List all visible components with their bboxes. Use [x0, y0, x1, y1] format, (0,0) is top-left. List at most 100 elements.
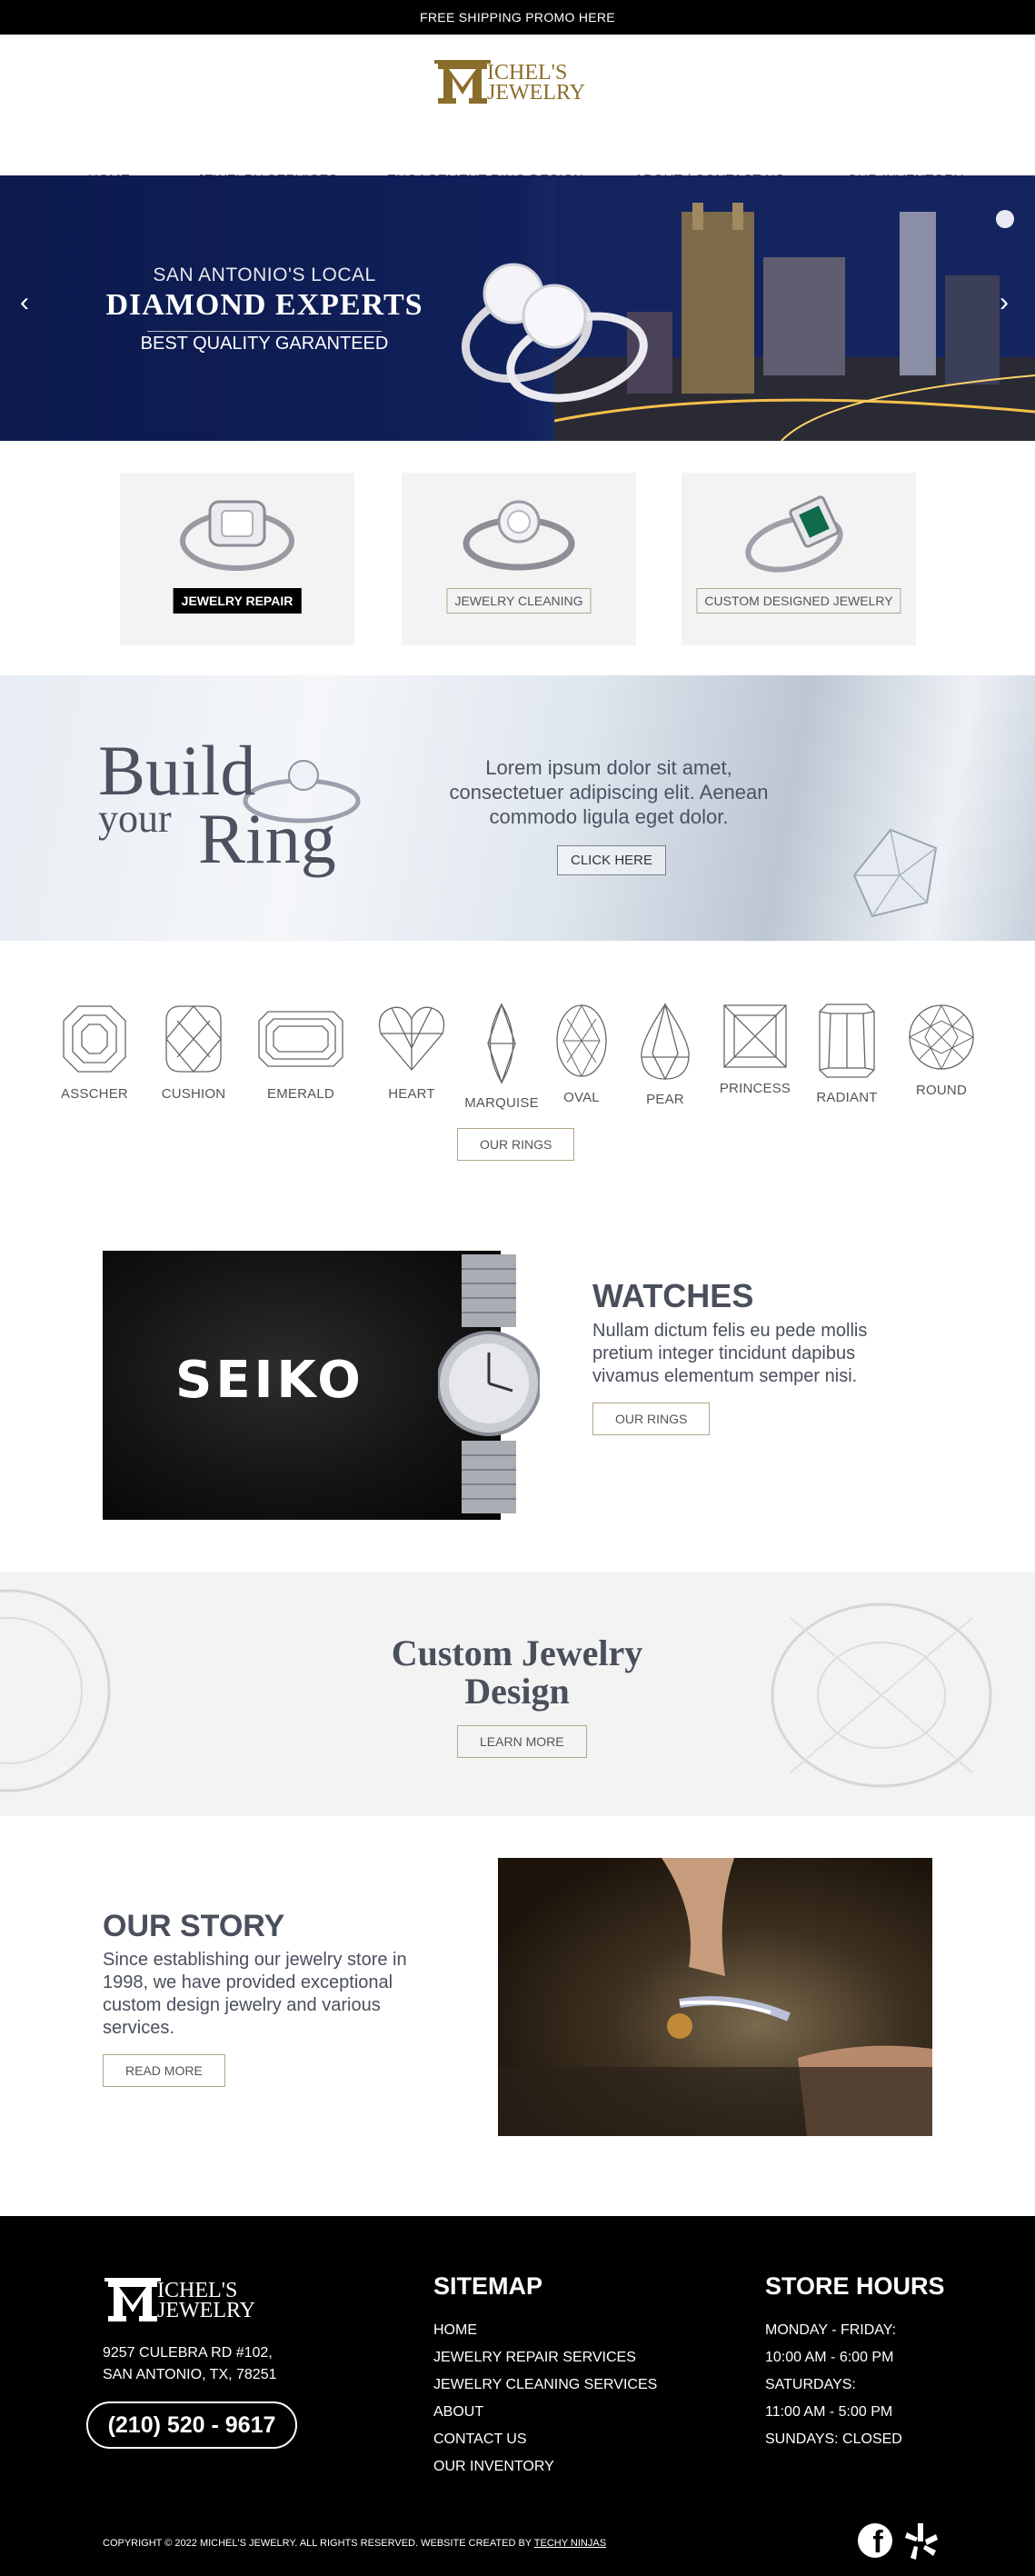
shape-radiant[interactable]: RADIANT	[801, 1003, 892, 1105]
watches-copy: Nullam dictum felis eu pede mollis preti…	[592, 1321, 868, 1386]
round-icon	[908, 1003, 975, 1071]
shape-oval[interactable]: OVAL	[536, 1003, 627, 1105]
shape-pear[interactable]: PEAR	[620, 1003, 711, 1107]
shape-label: CUSHION	[161, 1086, 226, 1102]
promo-text: FREE SHIPPING PROMO HERE	[420, 10, 615, 25]
store-hours-title: STORE HOURS	[765, 2272, 945, 2300]
hours-weekday-label: MONDAY - FRIDAY:	[765, 2322, 897, 2338]
shape-cushion[interactable]: CUSHION	[148, 1003, 239, 1102]
chevron-right-icon: ›	[1000, 287, 1009, 317]
logo-m-icon	[434, 60, 491, 104]
shape-label: ASSCHER	[61, 1086, 128, 1102]
princess-icon	[723, 1004, 787, 1068]
carousel-next-button[interactable]: ›	[1000, 289, 1009, 316]
shape-label: PEAR	[646, 1092, 684, 1107]
address-line2: SAN ANTONIO, TX, 78251	[103, 2367, 277, 2382]
sitemap-home[interactable]: HOME	[433, 2322, 477, 2339]
hero-tagline: BEST QUALITY GARANTEED	[140, 334, 389, 354]
hours-sunday: SUNDAYS: CLOSED	[765, 2431, 902, 2447]
asscher-icon	[63, 1005, 126, 1073]
jewelry-repair-button[interactable]: JEWELRY REPAIR	[173, 588, 302, 614]
jewelry-cleaning-button[interactable]: JEWELRY CLEANING	[446, 588, 592, 614]
sitemap-contact[interactable]: CONTACT US	[433, 2431, 527, 2448]
hero-divider	[147, 331, 382, 332]
ring-word: Ring	[198, 799, 336, 878]
learn-more-button[interactable]: LEARN MORE	[457, 1725, 587, 1758]
marquise-icon	[487, 1003, 516, 1084]
shape-label: MARQUISE	[464, 1095, 539, 1111]
logo-m-icon	[104, 2278, 161, 2321]
service-card-repair[interactable]: JEWELRY REPAIR	[120, 473, 354, 645]
shape-round[interactable]: ROUND	[896, 1003, 987, 1098]
our-story-section: OUR STORY Since establishing our jewelry…	[0, 1816, 1035, 2216]
pear-icon	[641, 1003, 690, 1081]
services-section: JEWELRY REPAIR JEWELRY CLEANING CUSTOM D…	[0, 441, 1035, 675]
site-header: ICHEL'S JEWELRY HOME JEWELRY SERVICES EN…	[0, 35, 1035, 187]
emerald-ring-image	[745, 495, 843, 573]
sitemap-about[interactable]: ABOUT	[433, 2404, 483, 2421]
credit-link[interactable]: TECHY NINJAS	[534, 2538, 606, 2549]
read-more-button[interactable]: READ MORE	[103, 2054, 225, 2087]
sitemap-title: SITEMAP	[433, 2272, 543, 2300]
sitemap-repair[interactable]: JEWELRY REPAIR SERVICES	[433, 2350, 636, 2366]
chevron-left-icon: ‹	[20, 287, 29, 317]
sitemap-cleaning[interactable]: JEWELRY CLEANING SERVICES	[433, 2377, 657, 2393]
build-your-ring-banner: Build your Ring Lorem ipsum dolor sit am…	[0, 675, 1035, 941]
shape-heart[interactable]: HEART	[366, 1003, 457, 1102]
ring-sketch-right-image	[771, 1603, 992, 1788]
shape-label: RADIANT	[816, 1090, 878, 1105]
hours-weekday-time: 10:00 AM - 6:00 PM	[765, 2350, 894, 2365]
shape-emerald[interactable]: EMERALD	[255, 1003, 346, 1102]
facebook-icon[interactable]: f	[858, 2523, 892, 2558]
cushion-icon	[165, 1004, 222, 1073]
click-here-button[interactable]: CLICK HERE	[557, 845, 667, 875]
hours-saturday-time: 11:00 AM - 5:00 PM	[765, 2404, 893, 2420]
custom-design-section: Custom Jewelry Design LEARN MORE	[0, 1573, 1035, 1816]
our-rings-button[interactable]: OUR RINGS	[457, 1128, 575, 1161]
logo-line1: ICHEL'S	[487, 61, 568, 85]
jeweler-at-work-image	[498, 1858, 932, 2136]
radiant-icon	[819, 1003, 875, 1078]
story-title: OUR STORY	[103, 1909, 285, 1943]
shape-label: ROUND	[916, 1083, 967, 1098]
logo-line2: JEWELRY	[487, 81, 585, 105]
hero-line1: SAN ANTONIO'S LOCAL	[153, 265, 376, 285]
footer-logo-line1: ICHEL'S	[157, 2279, 238, 2302]
shape-asscher[interactable]: ASSCHER	[49, 1003, 140, 1102]
oval-icon	[556, 1003, 607, 1078]
build-copy: Lorem ipsum dolor sit amet, consectetuer…	[449, 756, 769, 828]
footer-logo-text: ICHEL'S JEWELRY	[157, 2279, 255, 2321]
story-copy: Since establishing our jewelry store in …	[103, 1950, 407, 2038]
copyright-text: COPYRIGHT © 2022 MICHEL'S JEWELRY. ALL R…	[103, 2538, 534, 2549]
address-line1: 9257 CULEBRA RD #102,	[103, 2345, 273, 2361]
site-footer: ICHEL'S JEWELRY 9257 CULEBRA RD #102, SA…	[0, 2216, 1035, 2576]
shape-label: HEART	[388, 1086, 435, 1102]
ring-sketch-left-image	[0, 1589, 111, 1792]
sitemap-inventory[interactable]: OUR INVENTORY	[433, 2459, 554, 2475]
custom-title: Custom Jewelry Design	[391, 1632, 643, 1712]
logo-text: ICHEL'S JEWELRY	[487, 61, 585, 105]
emerald-icon	[258, 1011, 343, 1067]
footer-logo[interactable]: ICHEL'S JEWELRY	[103, 2272, 255, 2323]
build-word: Build	[98, 731, 256, 810]
hero-banner: SAN ANTONIO'S LOCAL DIAMOND EXPERTS BEST…	[0, 175, 1035, 441]
carousel-prev-button[interactable]: ‹	[20, 289, 29, 316]
watches-our-rings-button[interactable]: OUR RINGS	[592, 1403, 711, 1435]
halo-ring-image	[180, 500, 294, 571]
logo[interactable]: ICHEL'S JEWELRY	[433, 53, 605, 107]
shape-label: EMERALD	[267, 1086, 334, 1102]
hours-saturday-label: SATURDAYS:	[765, 2377, 856, 2392]
wristwatch-image	[438, 1254, 540, 1513]
promo-bar: FREE SHIPPING PROMO HERE	[0, 0, 1035, 35]
service-card-custom[interactable]: CUSTOM DESIGNED JEWELRY	[682, 473, 916, 645]
diamond-image	[852, 828, 938, 918]
shape-label: OVAL	[563, 1090, 600, 1105]
yelp-icon[interactable]	[905, 2521, 938, 2560]
custom-jewelry-button[interactable]: CUSTOM DESIGNED JEWELRY	[696, 588, 901, 614]
service-card-cleaning[interactable]: JEWELRY CLEANING	[402, 473, 636, 645]
shape-marquise[interactable]: MARQUISE	[456, 1003, 547, 1111]
phone-button[interactable]: (210) 520 - 9617	[86, 2401, 297, 2449]
heart-icon	[378, 1006, 445, 1072]
shape-princess[interactable]: PRINCESS	[710, 1003, 801, 1096]
shape-label: PRINCESS	[719, 1081, 791, 1096]
